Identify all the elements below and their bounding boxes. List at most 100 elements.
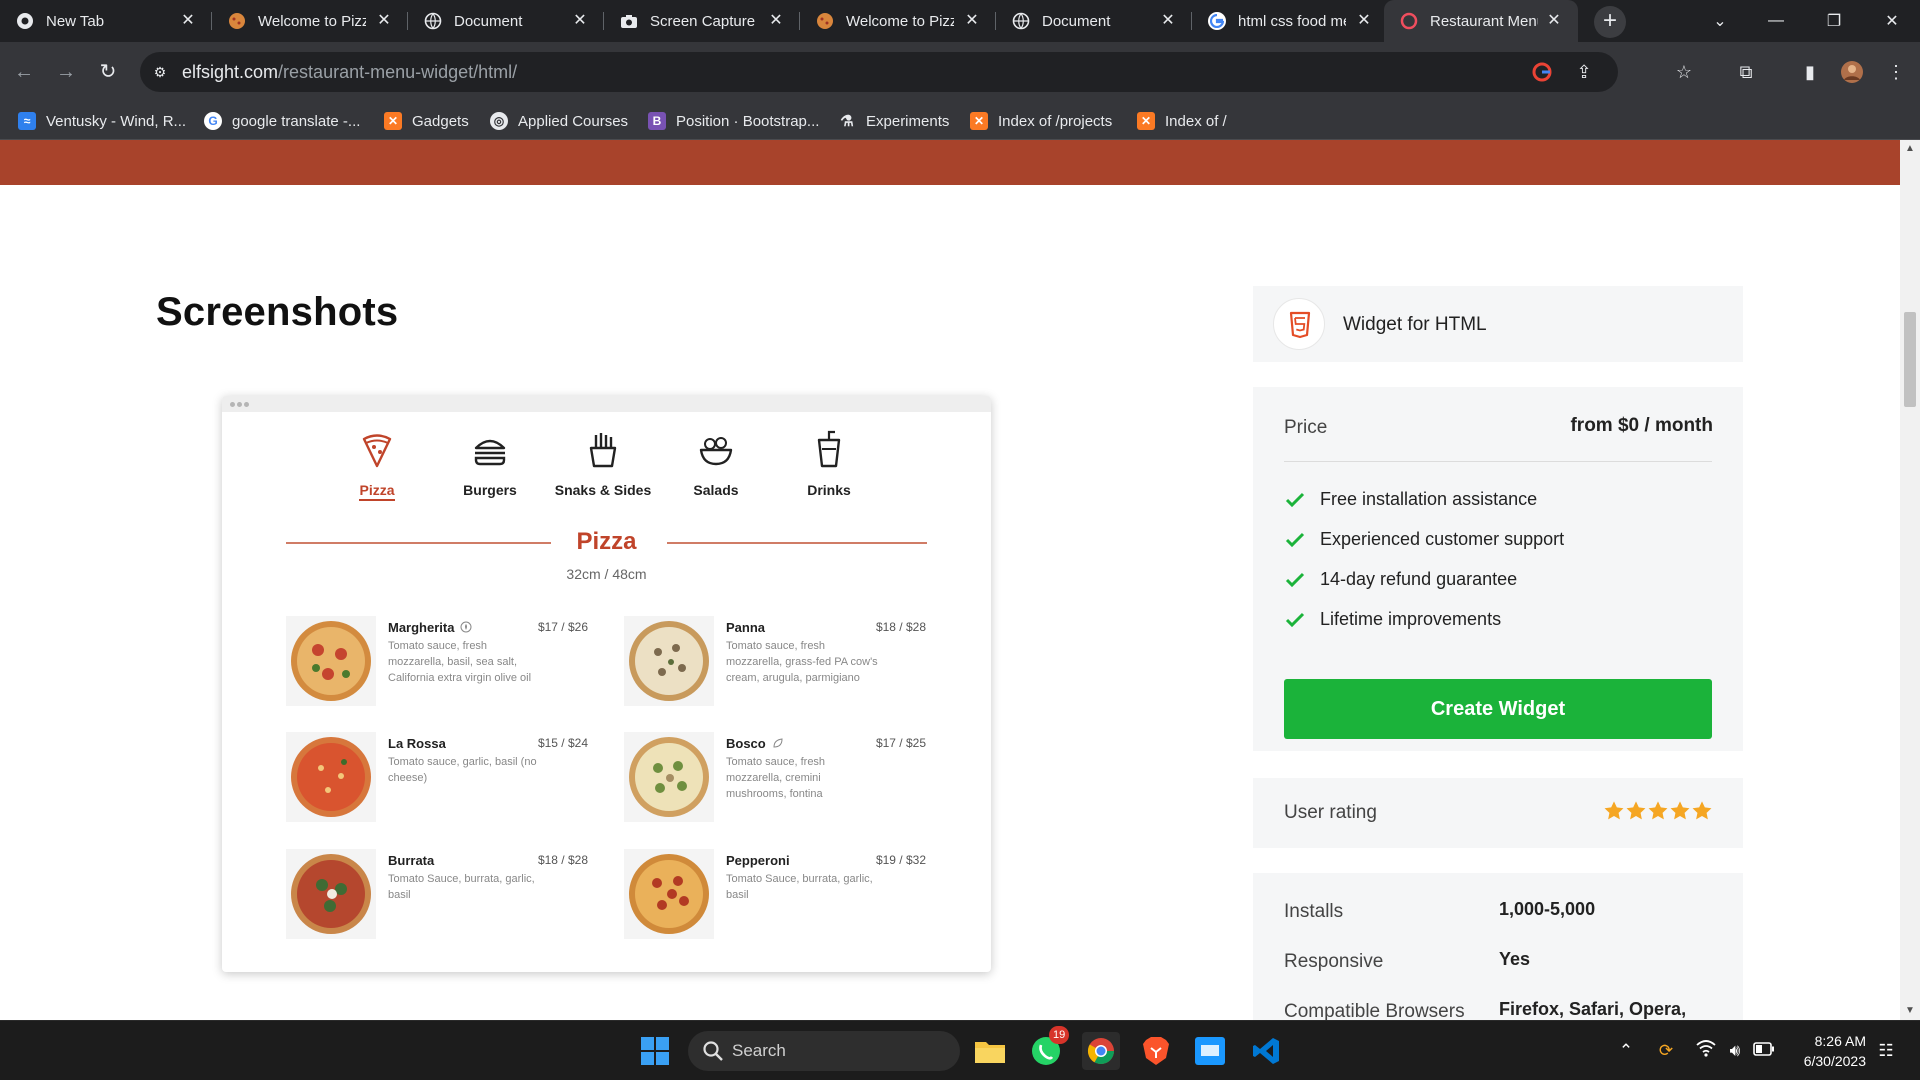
- feature-text: Lifetime improvements: [1320, 609, 1502, 629]
- bookmark-ventusky[interactable]: ≈ Ventusky - Wind, R...: [18, 110, 186, 132]
- restore-button[interactable]: ❐: [1806, 0, 1862, 42]
- menu-item-bosco: Bosco Tomato sauce, fresh mozzarella, cr…: [624, 732, 944, 832]
- bookmark-index-root[interactable]: ✕ Index of /: [1137, 110, 1227, 132]
- pizza-photo: [286, 849, 376, 939]
- prime-video-icon[interactable]: [1191, 1032, 1229, 1070]
- brave-icon[interactable]: [1137, 1032, 1175, 1070]
- windows-start-icon[interactable]: [636, 1032, 674, 1070]
- bookmark-label: google translate -...: [232, 112, 361, 130]
- system-clock[interactable]: 8:26 AM 6/30/2023: [1804, 1031, 1866, 1071]
- bookmark-google-translate[interactable]: G google translate -...: [204, 110, 360, 132]
- reload-button[interactable]: ↻: [92, 56, 124, 88]
- check-icon: [1285, 612, 1305, 627]
- close-icon[interactable]: ✕: [766, 11, 786, 31]
- volume-icon[interactable]: 🔊︎: [1723, 1039, 1747, 1063]
- menu-item-price: $17 / $25: [875, 736, 926, 750]
- bookmark-label: Index of /projects: [998, 112, 1113, 130]
- category-salads: Salads: [661, 430, 771, 500]
- menu-item-name: Margherita: [388, 620, 472, 635]
- check-icon: [1285, 532, 1305, 547]
- feature-item: Free installation assistance: [1284, 489, 1537, 510]
- tab-google-search[interactable]: html css food menu ✕: [1192, 0, 1388, 42]
- html5-icon: [1273, 298, 1325, 350]
- feature-item: 14-day refund guarantee: [1284, 569, 1517, 590]
- bookmark-index-projects[interactable]: ✕ Index of /projects: [970, 110, 1112, 132]
- tab-document-1[interactable]: Document ✕: [408, 0, 604, 42]
- pizza-icon: [362, 434, 392, 468]
- menu-item-price: $15 / $24: [537, 736, 588, 750]
- close-window-button[interactable]: ✕: [1864, 0, 1920, 42]
- close-icon[interactable]: ✕: [374, 11, 394, 31]
- close-icon[interactable]: ✕: [1544, 11, 1564, 31]
- scroll-down-arrow-icon[interactable]: ▼: [1900, 1002, 1920, 1020]
- bookmark-applied-courses[interactable]: ◎ Applied Courses: [490, 110, 628, 132]
- feature-text: Free installation assistance: [1320, 489, 1538, 509]
- price-value: from $0 / month: [1570, 415, 1713, 436]
- sync-icon[interactable]: ⟳: [1654, 1039, 1678, 1063]
- vscode-icon[interactable]: [1247, 1032, 1285, 1070]
- tab-search-chevron-icon[interactable]: ⌄: [1692, 0, 1748, 42]
- create-widget-button[interactable]: Create Widget: [1284, 679, 1712, 739]
- whatsapp-icon[interactable]: 19: [1027, 1026, 1070, 1070]
- xampp-icon: ✕: [1137, 112, 1155, 130]
- category-label: Snaks & Sides: [554, 482, 652, 498]
- notification-icon[interactable]: ☷: [1874, 1039, 1898, 1063]
- chevron-up-icon[interactable]: ⌃: [1614, 1039, 1638, 1063]
- menu-item-la-rossa: La Rossa Tomato sauce, garlic, basil (no…: [286, 732, 606, 832]
- globe-icon: [1012, 12, 1030, 30]
- site-info-icon[interactable]: ⚙: [150, 62, 170, 82]
- bookmarks-bar: ≈ Ventusky - Wind, R... G google transla…: [0, 102, 1920, 140]
- chrome-icon: [16, 12, 34, 30]
- address-url[interactable]: elfsight.com/restaurant-menu-widget/html…: [182, 62, 517, 83]
- star-icon: [1648, 801, 1668, 820]
- tab-screen-capture[interactable]: Screen Capture ✕: [604, 0, 800, 42]
- close-icon[interactable]: ✕: [178, 11, 198, 31]
- scroll-thumb[interactable]: [1904, 312, 1916, 407]
- bookmark-star-icon[interactable]: [1580, 60, 1604, 84]
- menu-item-price: $18 / $28: [875, 620, 926, 634]
- page-scrollbar[interactable]: ▲ ▼: [1900, 140, 1920, 1020]
- scroll-up-arrow-icon[interactable]: ▲: [1900, 140, 1920, 158]
- bookmark-gadgets[interactable]: ✕ Gadgets: [384, 110, 469, 132]
- close-icon[interactable]: ✕: [1158, 11, 1178, 31]
- close-icon[interactable]: ✕: [1354, 11, 1374, 31]
- menu-kebab-icon[interactable]: ⋮: [1880, 56, 1912, 88]
- taskbar-search[interactable]: Search: [688, 1031, 960, 1071]
- clock-date: 6/30/2023: [1803, 1053, 1866, 1069]
- google-lens-icon[interactable]: [1530, 60, 1554, 84]
- close-icon[interactable]: ✕: [962, 11, 982, 31]
- file-explorer-icon[interactable]: [971, 1032, 1009, 1070]
- new-tab-button[interactable]: +: [1594, 6, 1626, 38]
- bookmark-experiments[interactable]: ⚗ Experiments: [838, 110, 949, 132]
- menu-item-name: Panna: [726, 620, 766, 635]
- battery-icon[interactable]: [1752, 1039, 1776, 1063]
- ventusky-icon: ≈: [18, 112, 36, 130]
- category-label: Burgers: [463, 482, 517, 498]
- minimize-button[interactable]: —: [1748, 0, 1804, 42]
- extensions-icon[interactable]: ⧉: [1730, 56, 1762, 88]
- tab-welcome-pizza-1[interactable]: Welcome to Pizza ✕: [212, 0, 408, 42]
- menu-item-name: Pepperoni: [726, 853, 790, 868]
- tab-welcome-pizza-2[interactable]: Welcome to Pizza ✕: [800, 0, 996, 42]
- tab-new-tab[interactable]: New Tab ✕: [0, 0, 212, 42]
- tab-title: New Tab: [46, 12, 105, 30]
- wifi-icon[interactable]: [1694, 1039, 1718, 1063]
- windows-taskbar: Search 19 ⌃ ⟳ 🔊︎ 8:26 AM 6/30/2023 ☷: [0, 1020, 1920, 1080]
- tab-title: Screen Capture: [650, 12, 756, 30]
- chrome-icon[interactable]: [1082, 1032, 1120, 1070]
- side-panel-icon[interactable]: ▮: [1794, 56, 1826, 88]
- forward-button[interactable]: →: [50, 56, 82, 88]
- address-bar[interactable]: ⚙ elfsight.com/restaurant-menu-widget/ht…: [140, 52, 1618, 92]
- bookmark-star-icon[interactable]: ☆: [1668, 56, 1700, 88]
- close-icon[interactable]: ✕: [570, 11, 590, 31]
- bookmark-label: Gadgets: [412, 112, 469, 130]
- tab-restaurant-menu[interactable]: Restaurant Menu ✕: [1384, 0, 1578, 42]
- avatar[interactable]: [1836, 56, 1868, 88]
- address-path: /restaurant-menu-widget/html/: [278, 62, 518, 82]
- info-value: 1,000-5,000: [1499, 899, 1596, 919]
- menu-item-description: Tomato Sauce, burrata, garlic, basil: [388, 873, 535, 901]
- tab-document-2[interactable]: Document ✕: [996, 0, 1192, 42]
- bookmark-bootstrap[interactable]: B Position · Bootstrap...: [648, 110, 819, 132]
- rating-stars: [1603, 800, 1713, 822]
- back-button[interactable]: ←: [8, 56, 40, 88]
